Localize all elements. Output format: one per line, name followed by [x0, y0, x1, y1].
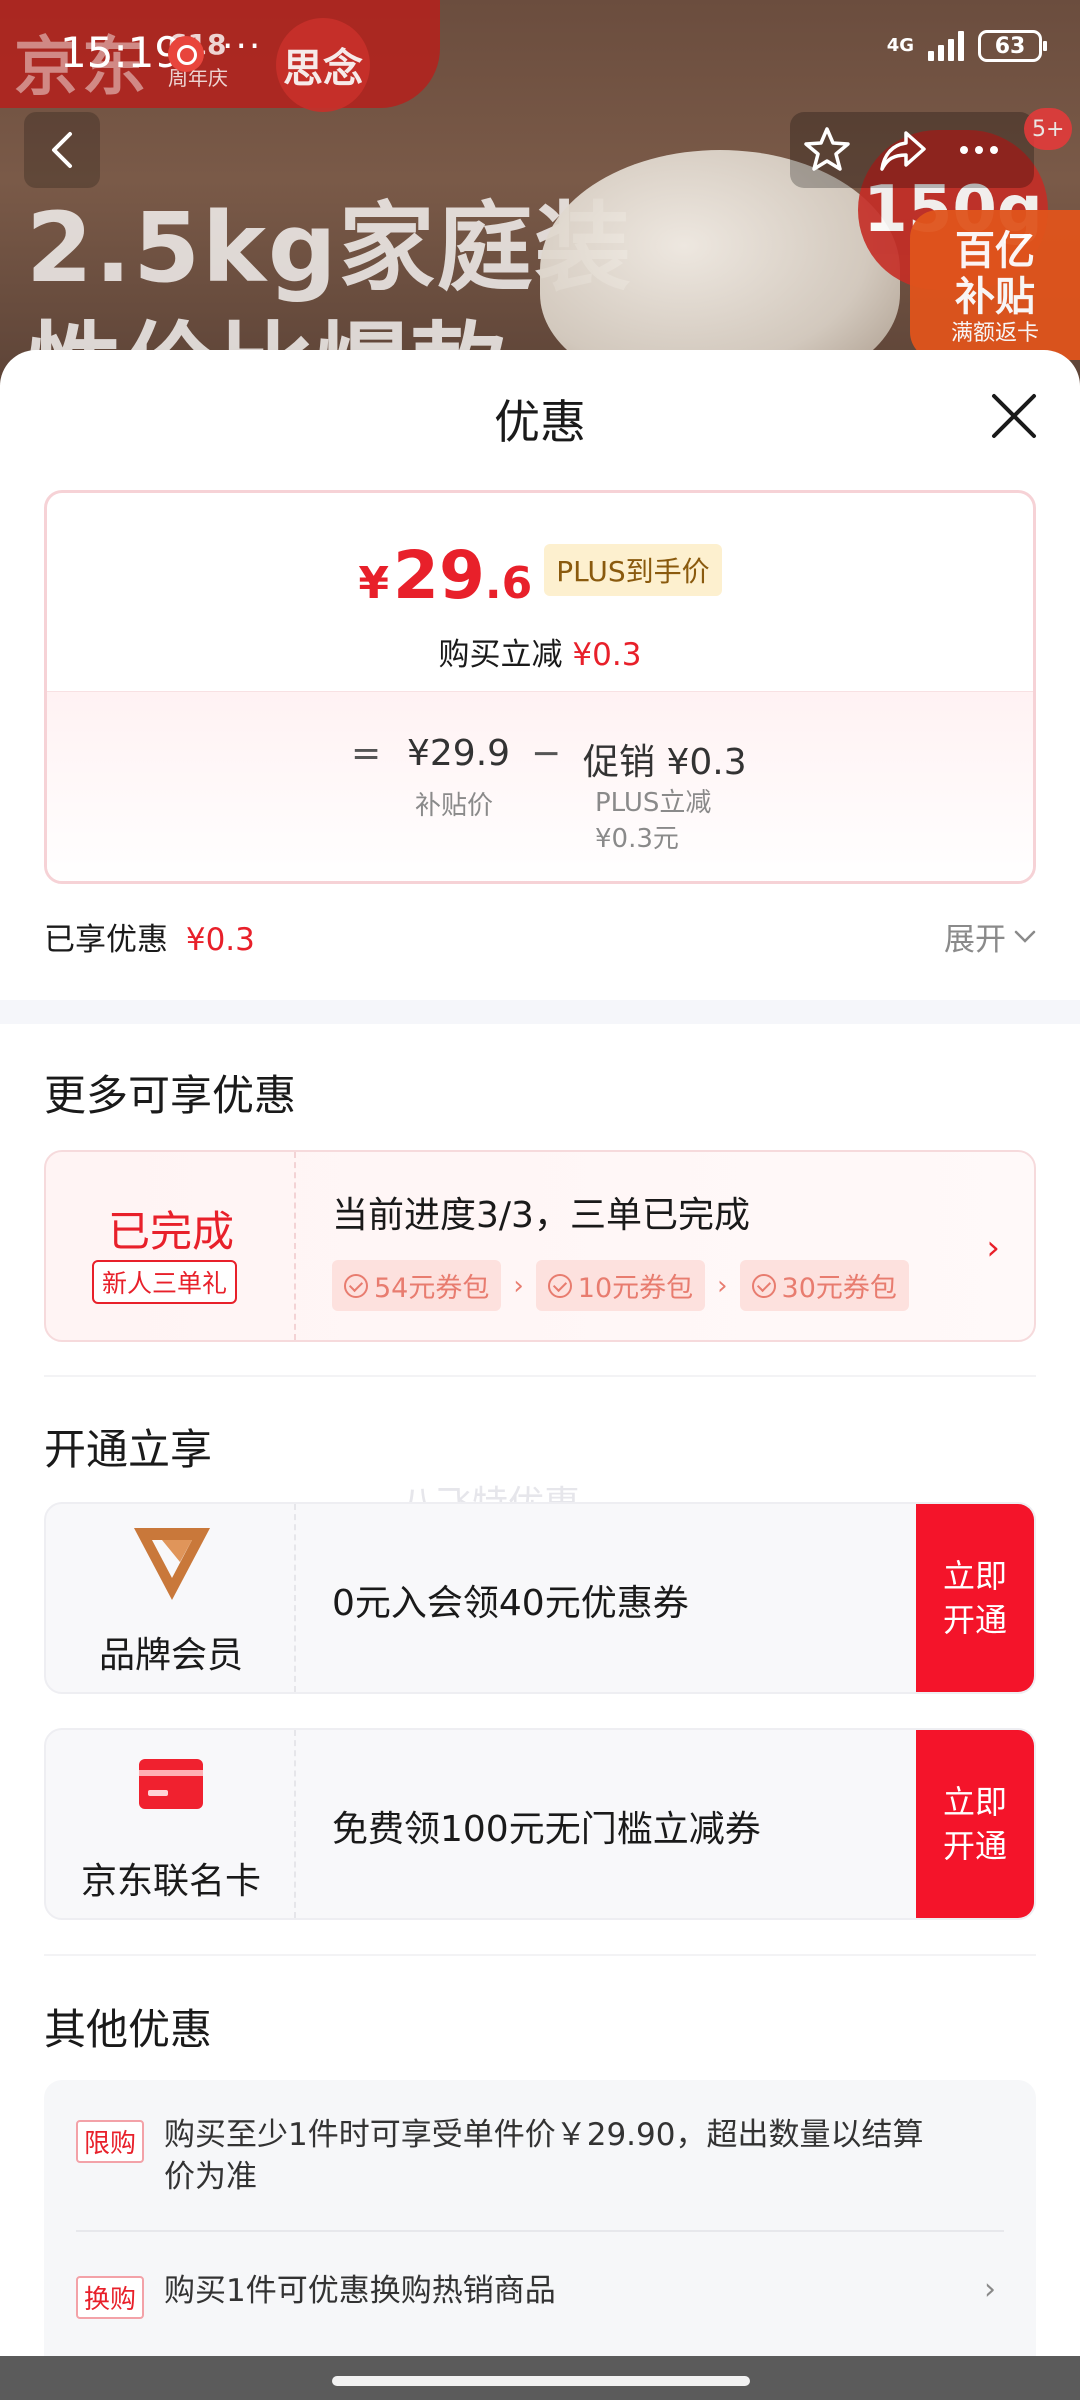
check-circle-icon	[344, 1273, 368, 1298]
check-circle-icon	[751, 1273, 776, 1298]
brand-member-label: 品牌会员	[98, 1635, 243, 1676]
open-button-line-1: 立即	[942, 1784, 1007, 1820]
chevron-down-icon	[1014, 930, 1036, 943]
coupon-chip-label: 10元券包	[577, 1273, 694, 1304]
subsidy-line-3: 满额返卡	[950, 321, 1039, 346]
check-circle-icon	[547, 1273, 572, 1298]
more-offers-title: 更多可享优惠	[44, 1071, 297, 1120]
subsidy-price-label: 补贴价	[415, 791, 494, 821]
equals-sign: =	[351, 733, 382, 774]
plus-discount-label: PLUS立减	[595, 788, 712, 818]
open-button-line-2: 开通	[942, 1828, 1007, 1864]
close-icon	[992, 394, 1036, 438]
more-notifications-icon: ···	[222, 26, 263, 67]
expand-button[interactable]: 展开	[944, 914, 1036, 959]
other-offers-list: 限购 购买至少1件时可享受单件价￥29.90，超出数量以结算价为准 换购 购买1…	[44, 2080, 1036, 2400]
coupon-chip: 30元券包	[739, 1260, 909, 1311]
open-button-label: 立即 开通	[943, 1554, 1007, 1642]
open-button-line-1: 立即	[942, 1558, 1007, 1594]
status-time: 15:19	[60, 28, 182, 77]
coupon-chip-label: 30元券包	[781, 1273, 897, 1304]
open-co-brand-button[interactable]: 立即 开通	[916, 1730, 1034, 1918]
brand-badge: 思念	[276, 18, 370, 112]
chevron-right-icon: ›	[986, 1228, 1000, 1268]
star-favorite-icon[interactable]	[802, 125, 852, 175]
notification-app-icon	[168, 36, 204, 72]
subsidy-line-1: 百亿	[955, 228, 1035, 274]
cart-count-badge: 5+	[1024, 108, 1073, 150]
subsidy-line-2: 补贴	[955, 274, 1035, 320]
instant-discount-label: 购买立减	[438, 637, 563, 673]
other-offer-item: 限购 购买至少1件时可享受单件价￥29.90，超出数量以结算价为准	[76, 2114, 996, 2204]
newbie-gift-status: 已完成	[107, 1207, 234, 1256]
other-offers-title: 其他优惠	[44, 2005, 213, 2054]
open-section-title: 开通立享	[44, 1425, 213, 1474]
home-gesture-handle[interactable]	[332, 2376, 750, 2386]
open-button-line-2: 开通	[942, 1602, 1007, 1638]
list-divider	[76, 2230, 1004, 2232]
divider	[44, 1375, 1036, 1377]
coupon-chip-label: 54元券包	[374, 1273, 490, 1304]
final-price-integer: 29	[393, 537, 485, 614]
newbie-gift-card[interactable]: 已完成 新人三单礼 当前进度3/3，三单已完成 54元券包 › 10元券包 › …	[44, 1150, 1036, 1342]
newbie-gift-progress: 当前进度3/3，三单已完成	[332, 1195, 750, 1236]
chevron-right-icon: ›	[984, 2272, 996, 2307]
co-brand-label: 京东联名卡	[80, 1861, 261, 1902]
final-price-currency: ¥	[358, 558, 390, 609]
exchange-tag: 换购	[76, 2276, 145, 2319]
open-brand-member-button[interactable]: 立即 开通	[916, 1504, 1034, 1692]
more-menu-icon[interactable]	[954, 125, 1004, 175]
chevron-right-icon: ›	[717, 1270, 728, 1301]
final-price-row: ¥ 29 .6 PLUS到手价	[47, 537, 1033, 614]
promo-discount-value: 促销 ¥0.3	[583, 742, 747, 783]
share-icon[interactable]	[878, 125, 928, 175]
enjoyed-discount-label: 已享优惠	[44, 922, 168, 958]
plus-price-tag: PLUS到手价	[544, 543, 722, 596]
close-button[interactable]	[984, 386, 1044, 446]
chevron-left-icon	[52, 132, 72, 168]
battery-icon: 63	[978, 30, 1047, 62]
final-price-decimal: .6	[484, 558, 533, 609]
enjoyed-discount-value: ¥0.3	[185, 922, 255, 958]
sheet-title: 优惠	[494, 395, 586, 449]
brand-member-offer: 0元入会领40元优惠券	[332, 1583, 689, 1624]
credit-card-icon	[139, 1759, 203, 1809]
back-button[interactable]	[24, 112, 100, 188]
subsidy-price-value: ¥29.9	[407, 733, 511, 774]
open-button-label: 立即 开通	[943, 1780, 1007, 1868]
jd-co-brand-card[interactable]: 京东联名卡 免费领100元无门槛立减券 立即 开通	[44, 1728, 1036, 1920]
chevron-right-icon: ›	[513, 1270, 524, 1301]
enjoyed-discount-row: 已享优惠 ¥0.3	[44, 914, 255, 959]
price-breakdown-card: ¥ 29 .6 PLUS到手价 购买立减 ¥0.3 = ¥29.9 − 促销 ¥…	[44, 490, 1036, 884]
limit-tag: 限购	[76, 2120, 145, 2163]
limit-offer-text: 购买至少1件时可享受单件价￥29.90，超出数量以结算价为准	[164, 2117, 924, 2195]
other-offer-item[interactable]: 换购 购买1件可优惠换购热销商品 ›	[76, 2270, 996, 2320]
brand-member-v-icon	[134, 1528, 210, 1600]
network-type: 4G	[886, 35, 914, 56]
top-actions-group	[790, 112, 1034, 188]
offers-sheet: 优惠 ¥ 29 .6 PLUS到手价 购买立减 ¥0.3 = ¥29.9 − 促…	[0, 350, 1080, 2400]
status-right-group: 4G 63	[886, 30, 1047, 62]
coupon-chip: 10元券包	[535, 1260, 706, 1311]
plus-discount-amount: ¥0.3元	[595, 824, 679, 854]
newbie-gift-tag: 新人三单礼	[92, 1260, 238, 1304]
section-divider	[0, 1000, 1080, 1024]
price-calc-panel	[47, 691, 1033, 881]
instant-discount-value: ¥0.3	[572, 637, 642, 673]
subsidy-badge: 百亿 补贴 满额返卡	[910, 210, 1080, 360]
coupon-chips: 54元券包 › 10元券包 › 30元券包	[332, 1260, 909, 1311]
divider	[44, 1954, 1036, 1956]
exchange-offer-text: 购买1件可优惠换购热销商品	[164, 2273, 556, 2309]
coupon-chip: 54元券包	[332, 1260, 502, 1311]
instant-discount-row: 购买立减 ¥0.3	[47, 629, 1033, 674]
co-brand-offer: 免费领100元无门槛立减券	[332, 1809, 761, 1850]
signal-icon	[928, 31, 964, 61]
brand-member-card[interactable]: 品牌会员 0元入会领40元优惠券 立即 开通	[44, 1502, 1036, 1694]
minus-sign: −	[531, 733, 562, 774]
expand-label: 展开	[944, 922, 1006, 958]
promo-discount-label: PLUS立减 ¥0.3元	[595, 785, 711, 857]
